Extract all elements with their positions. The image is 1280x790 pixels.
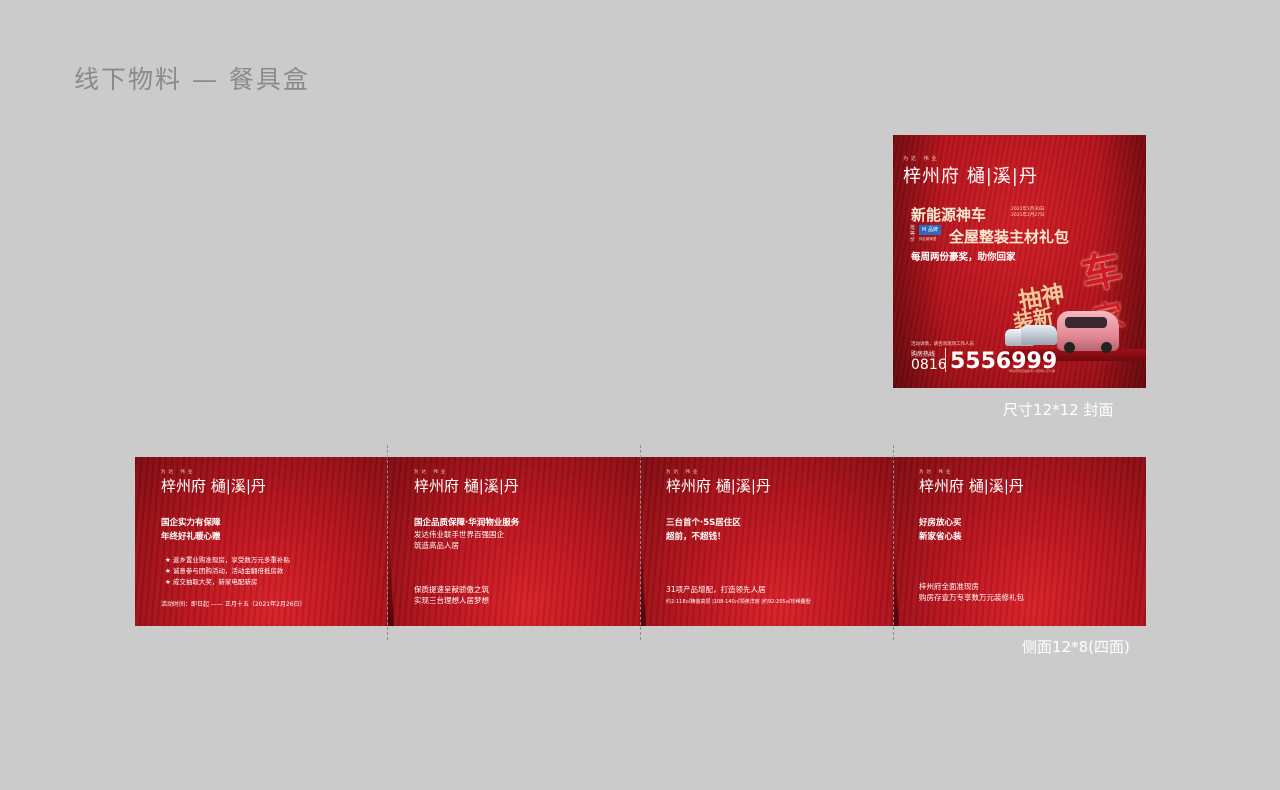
panel-body-line: 保质提速呈献骄傲之筑 [414, 585, 489, 594]
panel-body-line: 31项产品增配，打造领先人居 [666, 585, 766, 594]
panel-body-line: 购房存壹万专享数万元装修礼包 [919, 593, 1024, 602]
side-panel-4: 为达 伟业 梓州府 樋|溪|丹 好房放心买 新家省心装 梓州府全面准现房 购房存… [893, 457, 1146, 626]
car-wheel [1064, 342, 1075, 353]
page-title: 线下物料 — 餐具盒 [74, 65, 310, 94]
cover-date-2: 2021年2月27日 [1011, 213, 1045, 218]
panel-heading: 国企品质保障·华润物业服务 [414, 516, 519, 530]
cover-fineprint: 梓州府项目备案号 以现场公示为准 [1009, 369, 1055, 373]
panel-body-line: 实现三台理想人居梦想 [414, 596, 489, 605]
car-illustration-white [1021, 325, 1057, 345]
panel-body-2: 保质提速呈献骄傲之筑 实现三台理想人居梦想 [414, 584, 489, 606]
panel-brand-logo: 梓州府 樋|溪|丹 [919, 477, 1024, 495]
hotline-area-code: 0816 [911, 357, 947, 373]
fold-line [893, 445, 894, 640]
panel-body-line: 发达伟业联手世界百强国企 [414, 530, 504, 539]
cover-brand-small: 为达 伟业 [903, 156, 940, 162]
car-illustration-pink [1057, 311, 1119, 353]
panel-heading-line: 国企品质保障·华润物业服务 [414, 518, 520, 528]
side-caption: 侧面12*8(四面) [1022, 638, 1130, 656]
panel-heading-line: 年终好礼暖心赠 [161, 532, 221, 542]
side-panel-1: 为达 伟业 梓州府 樋|溪|丹 国企实力有保障 年终好礼暖心赠 ★ 返乡置业购准… [135, 457, 388, 626]
panel-heading-line: 国企实力有保障 [161, 518, 221, 528]
panel-heading: 好房放心买 新家省心装 [919, 516, 962, 544]
panel-brand-logo: 梓州府 樋|溪|丹 [161, 477, 266, 495]
car-wheel [1101, 342, 1112, 353]
panel-body: 发达伟业联手世界百强国企 筑造高品人居 [414, 529, 504, 551]
partner-logo-chip: M 品牌 [919, 225, 941, 235]
car-window [1065, 317, 1107, 328]
panel-bullets: ★ 返乡置业购准现房，享受数万元多重补贴 ★ 诚意参与团购活动，活动金翻倍抵房款… [165, 555, 290, 588]
panel-heading-line: 好房放心买 [919, 518, 962, 528]
bullet-item: ★ 成交抽取大奖，新家电配新房 [165, 578, 258, 586]
panel-body-line: 筑造高品人居 [414, 541, 459, 550]
fold-line [387, 445, 388, 640]
cover-dates: 2021年1月30日 2021年2月27日 [1011, 207, 1045, 219]
cover-subline: 每周两份豪奖，助你回家 [911, 252, 1016, 263]
cover-artwork: 为达 伟业 梓州府 樋|溪|丹 新能源神车 2021年1月30日 2021年2月… [893, 135, 1146, 388]
panel-heading-line: 超前，不超钱！ [666, 532, 726, 542]
panel-brand-logo: 梓州府 樋|溪|丹 [666, 477, 771, 495]
fold-line [640, 445, 641, 640]
panel-body: 梓州府全面准现房 购房存壹万专享数万元装修礼包 [919, 581, 1024, 603]
bullet-item: ★ 返乡置业购准现房，享受数万元多重补贴 [165, 556, 290, 564]
panel-brand-logo: 梓州府 樋|溪|丹 [414, 477, 519, 495]
panel-heading: 国企实力有保障 年终好礼暖心赠 [161, 516, 221, 544]
panel-spike-decoration [388, 516, 394, 626]
side-panel-3: 为达 伟业 梓州府 樋|溪|丹 三台首个·5S居住区 超前，不超钱！ 31项产品… [640, 457, 893, 626]
panel-body-line: 梓州府全面准现房 [919, 582, 979, 591]
cover-caption: 尺寸12*12 封面 [1003, 401, 1114, 419]
cover-headline-package: 全屋整装主材礼包 [949, 228, 1070, 246]
hotline-divider [945, 348, 946, 372]
event-period: 活动时间：即日起 —— 正月十五（2021年2月26日） [161, 601, 306, 608]
cover-headline-ev: 新能源神车 [911, 206, 987, 224]
side-panel-2: 为达 伟业 梓州府 樋|溪|丹 国企品质保障·华润物业服务 发达伟业联手世界百强… [388, 457, 640, 626]
panel-heading: 三台首个·5S居住区 超前，不超钱！ [666, 516, 741, 544]
partner-logo-caption: 伟业新家居 [919, 237, 937, 241]
cover-brand-logo: 梓州府 樋|溪|丹 [903, 166, 1038, 187]
hotline-note: 活动详情，请咨询现场工作人员 [911, 342, 974, 347]
bullet-item: ★ 诚意参与团购活动，活动金翻倍抵房款 [165, 567, 284, 575]
panel-heading-line: 三台首个·5S居住区 [666, 518, 741, 528]
panel-unit-types: 约2-118㎡精装高层 |108-140㎡领英洋房 |约92-205㎡珍稀叠墅 [666, 599, 811, 605]
panel-heading-line: 新家省心装 [919, 532, 962, 542]
cover-side-label: 抵等价 [910, 225, 916, 243]
